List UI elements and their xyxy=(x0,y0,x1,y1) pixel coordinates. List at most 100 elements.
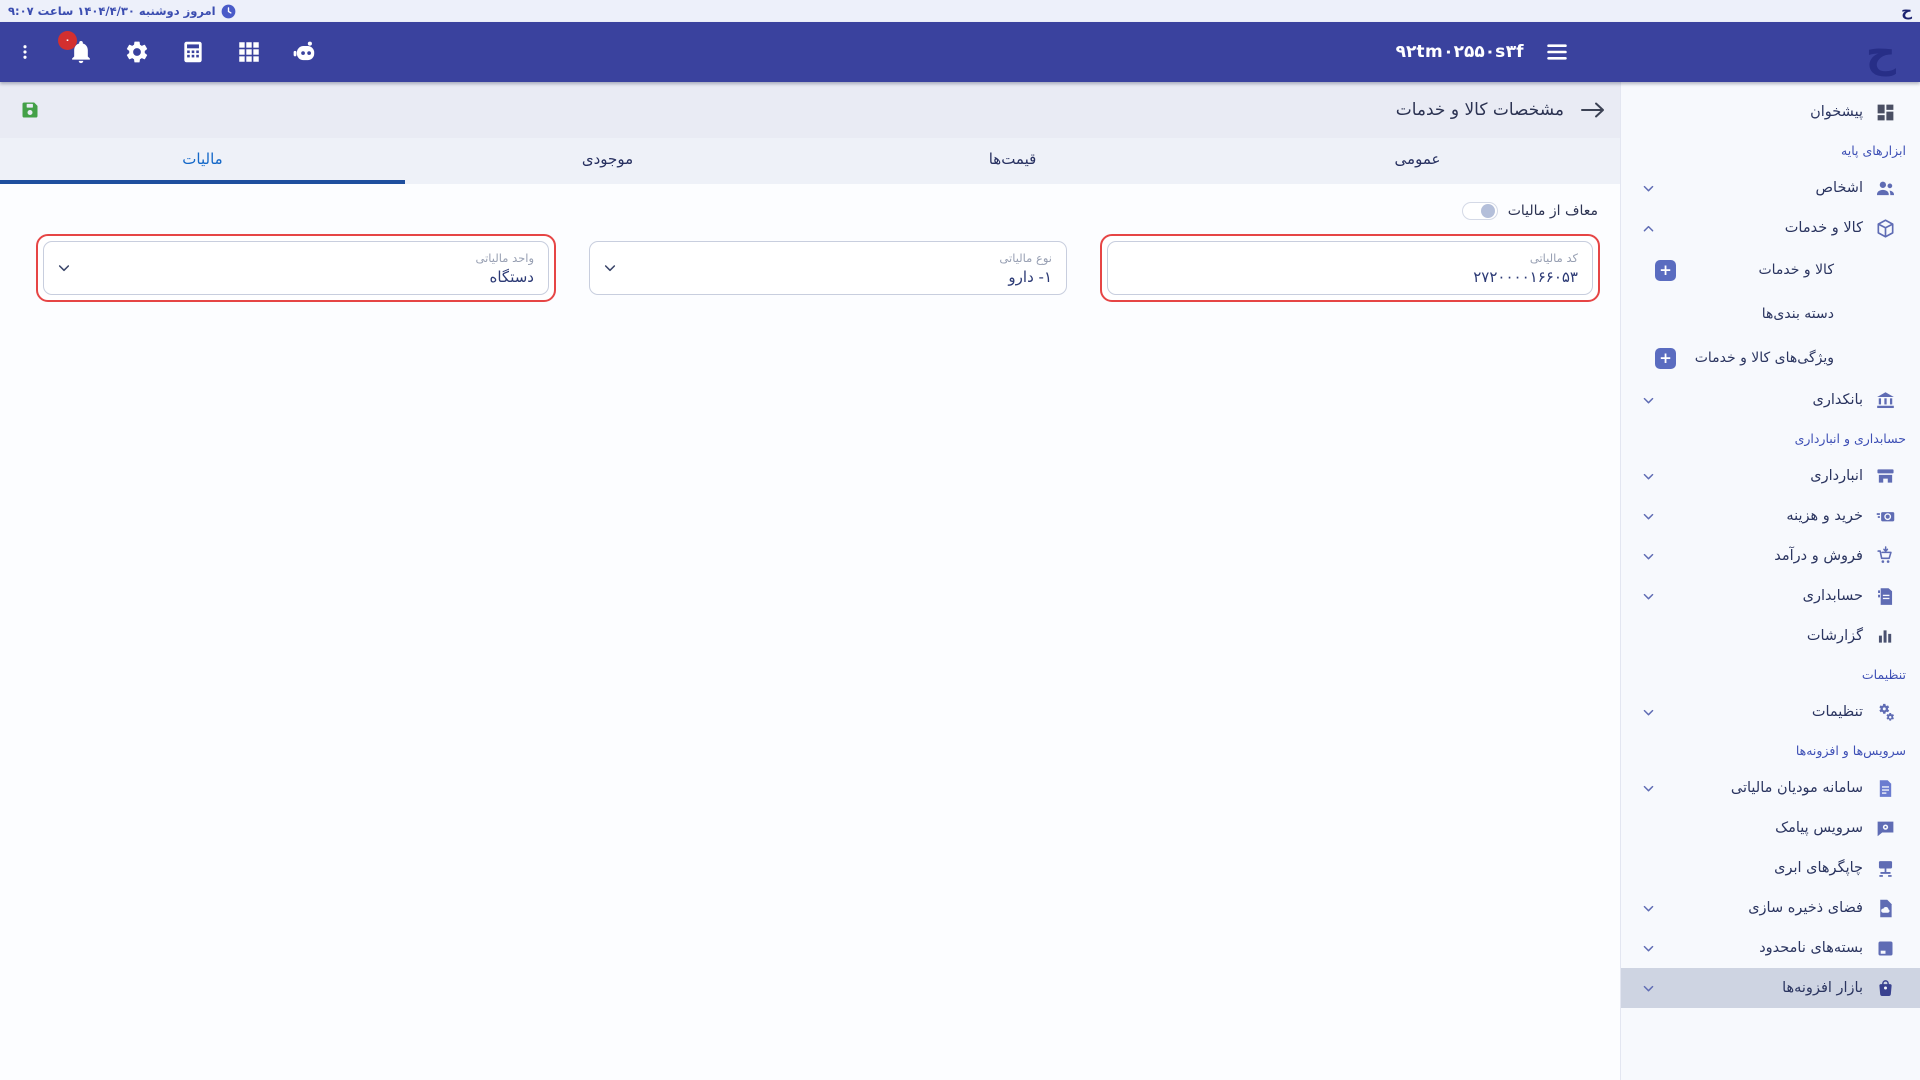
current-date-text: امروز دوشنبه ۱۴۰۴/۴/۳۰ ساعت ۹:۰۷ xyxy=(8,4,216,18)
chevron-down-icon xyxy=(1641,549,1656,564)
sidebar-item[interactable]: پیشخوان xyxy=(1621,92,1920,132)
sidebar-item-label: فضای ذخیره سازی xyxy=(1748,900,1863,916)
sidebar-item-label: تنظیمات xyxy=(1812,704,1863,720)
sidebar-item-label: بازار افزونه‌ها xyxy=(1782,980,1863,996)
add-button[interactable]: + xyxy=(1655,348,1676,369)
tab-bar: عمومیقیمت‌هاموجودیمالیات xyxy=(0,138,1620,184)
chevron-down-icon xyxy=(1641,589,1656,604)
sidebar-section-label: تنظیمات xyxy=(1621,656,1920,692)
ledger-icon xyxy=(1875,586,1896,607)
sidebar-item-label: انبارداری xyxy=(1810,468,1863,484)
chevron-down-icon xyxy=(1641,901,1656,916)
storage-icon xyxy=(1875,898,1896,919)
tab-1[interactable]: قیمت‌ها xyxy=(810,138,1215,184)
dashboard-icon xyxy=(1875,102,1896,123)
sidebar-subitem[interactable]: ویژگی‌های کالا و خدمات+ xyxy=(1621,336,1920,380)
calculator-icon[interactable] xyxy=(180,39,206,65)
sidebar-section-label: حسابداری و انبارداری xyxy=(1621,420,1920,456)
sidebar-item[interactable]: بازار افزونه‌ها xyxy=(1621,968,1920,1008)
tab-3[interactable]: مالیات xyxy=(0,138,405,184)
field-ring-2: واحد مالیاتیدستگاه xyxy=(36,234,556,302)
save-button[interactable] xyxy=(20,100,40,120)
sidebar-item[interactable]: فروش و درآمد xyxy=(1621,536,1920,576)
sidebar-item-label: سرویس پیامک xyxy=(1775,820,1863,836)
tax-exempt-row: معاف از مالیات xyxy=(22,202,1598,220)
sms-icon xyxy=(1875,818,1896,839)
chevron-down-icon xyxy=(602,260,618,276)
sidebar-item-label: خرید و هزینه xyxy=(1786,508,1863,524)
field-value: دستگاه xyxy=(58,268,534,286)
notifications-bell-icon[interactable]: ۰ xyxy=(68,39,94,65)
bag-icon xyxy=(1875,978,1896,999)
select-field[interactable]: واحد مالیاتیدستگاه xyxy=(43,241,549,295)
main-panel: مشخصات کالا و خدمات عمومیقیمت‌هاموجودیما… xyxy=(0,82,1620,1080)
hamburger-menu-icon[interactable] xyxy=(1544,39,1570,65)
tab-0[interactable]: عمومی xyxy=(1215,138,1620,184)
sidebar-item-label: حسابداری xyxy=(1803,588,1863,604)
sidebar-nav: پیشخوانابزارهای پایهاشخاصکالا و خدماتکال… xyxy=(1620,82,1920,1080)
chevron-down-icon xyxy=(1641,393,1656,408)
people-icon xyxy=(1875,178,1896,199)
date-time-group: امروز دوشنبه ۱۴۰۴/۴/۳۰ ساعت ۹:۰۷ xyxy=(8,4,236,19)
tax-tab-content: معاف از مالیات کد مالیاتی۲۷۲۰۰۰۰۱۶۶۰۵۳ نو… xyxy=(0,184,1620,1080)
sidebar-item[interactable]: سامانه مودیان مالیاتی xyxy=(1621,768,1920,808)
sidebar-item-label: چاپگرهای ابری xyxy=(1774,860,1863,876)
sidebar-subitem-label: کالا و خدمات xyxy=(1758,262,1834,278)
money-icon xyxy=(1875,506,1896,527)
field-value: ۱- دارو xyxy=(604,268,1052,286)
sidebar-item[interactable]: سرویس پیامک xyxy=(1621,808,1920,848)
chevron-down-icon xyxy=(1641,181,1656,196)
chart-icon xyxy=(1875,626,1896,647)
field-label: نوع مالیاتی xyxy=(604,251,1052,265)
select-field[interactable]: نوع مالیاتی ۱- دارو xyxy=(589,241,1067,295)
sidebar-section-label: ابزارهای پایه xyxy=(1621,132,1920,168)
assistant-robot-icon[interactable] xyxy=(292,39,318,65)
notification-badge: ۰ xyxy=(58,31,77,50)
top-status-strip: امروز دوشنبه ۱۴۰۴/۴/۳۰ ساعت ۹:۰۷ ح xyxy=(0,0,1920,22)
sidebar-item-label: پیشخوان xyxy=(1810,104,1863,120)
sidebar-item[interactable]: کالا و خدمات xyxy=(1621,208,1920,248)
sidebar-item[interactable]: فضای ذخیره سازی xyxy=(1621,888,1920,928)
field-label: کد مالیاتی xyxy=(1122,251,1578,265)
sidebar-item[interactable]: تنظیمات xyxy=(1621,692,1920,732)
sidebar-item-label: بسته‌های نامحدود xyxy=(1759,940,1863,956)
back-arrow-icon[interactable] xyxy=(1580,100,1606,120)
bank-icon xyxy=(1875,390,1896,411)
sidebar-subitem[interactable]: کالا و خدمات + xyxy=(1621,248,1920,292)
chevron-down-icon xyxy=(1641,469,1656,484)
package-icon xyxy=(1875,938,1896,959)
page-title: مشخصات کالا و خدمات xyxy=(1396,100,1564,120)
app-bar: ۰ ۹۲tm۰۲۵۵۰s۳f ح xyxy=(0,22,1920,82)
sidebar-item[interactable]: خرید و هزینه xyxy=(1621,496,1920,536)
tax-exempt-toggle[interactable] xyxy=(1462,202,1498,220)
sidebar-item[interactable]: چاپگرهای ابری xyxy=(1621,848,1920,888)
settings-gear-icon[interactable] xyxy=(124,39,150,65)
brand-mini-logo: ح xyxy=(1901,4,1912,19)
sidebar-item[interactable]: حسابداری xyxy=(1621,576,1920,616)
chevron-up-icon xyxy=(1641,221,1656,236)
tax-fields-row: کد مالیاتی۲۷۲۰۰۰۰۱۶۶۰۵۳ نوع مالیاتی ۱- دار… xyxy=(20,234,1600,302)
sidebar-item[interactable]: انبارداری xyxy=(1621,456,1920,496)
brand-logo: ح xyxy=(1866,24,1896,80)
tab-2[interactable]: موجودی xyxy=(405,138,810,184)
sidebar-item-label: سامانه مودیان مالیاتی xyxy=(1731,780,1863,796)
gears-icon xyxy=(1875,702,1896,723)
kebab-menu-icon[interactable] xyxy=(12,39,38,65)
sidebar-item[interactable]: اشخاص xyxy=(1621,168,1920,208)
store-icon xyxy=(1875,466,1896,487)
sidebar-item[interactable]: گزارشات xyxy=(1621,616,1920,656)
sidebar-item[interactable]: بانکداری xyxy=(1621,380,1920,420)
chevron-down-icon xyxy=(1641,981,1656,996)
chevron-down-icon xyxy=(56,260,72,276)
add-button[interactable]: + xyxy=(1655,260,1676,281)
input-field[interactable]: کد مالیاتی۲۷۲۰۰۰۰۱۶۶۰۵۳ xyxy=(1107,241,1593,295)
sidebar-item-label: گزارشات xyxy=(1807,628,1863,644)
chevron-down-icon xyxy=(1641,509,1656,524)
chevron-down-icon xyxy=(1641,781,1656,796)
sidebar-item[interactable]: بسته‌های نامحدود xyxy=(1621,928,1920,968)
chevron-down-icon xyxy=(1641,941,1656,956)
cube-icon xyxy=(1875,218,1896,239)
apps-grid-icon[interactable] xyxy=(236,39,262,65)
clock-icon xyxy=(221,4,236,19)
sidebar-subitem[interactable]: دسته بندی‌ها xyxy=(1621,292,1920,336)
